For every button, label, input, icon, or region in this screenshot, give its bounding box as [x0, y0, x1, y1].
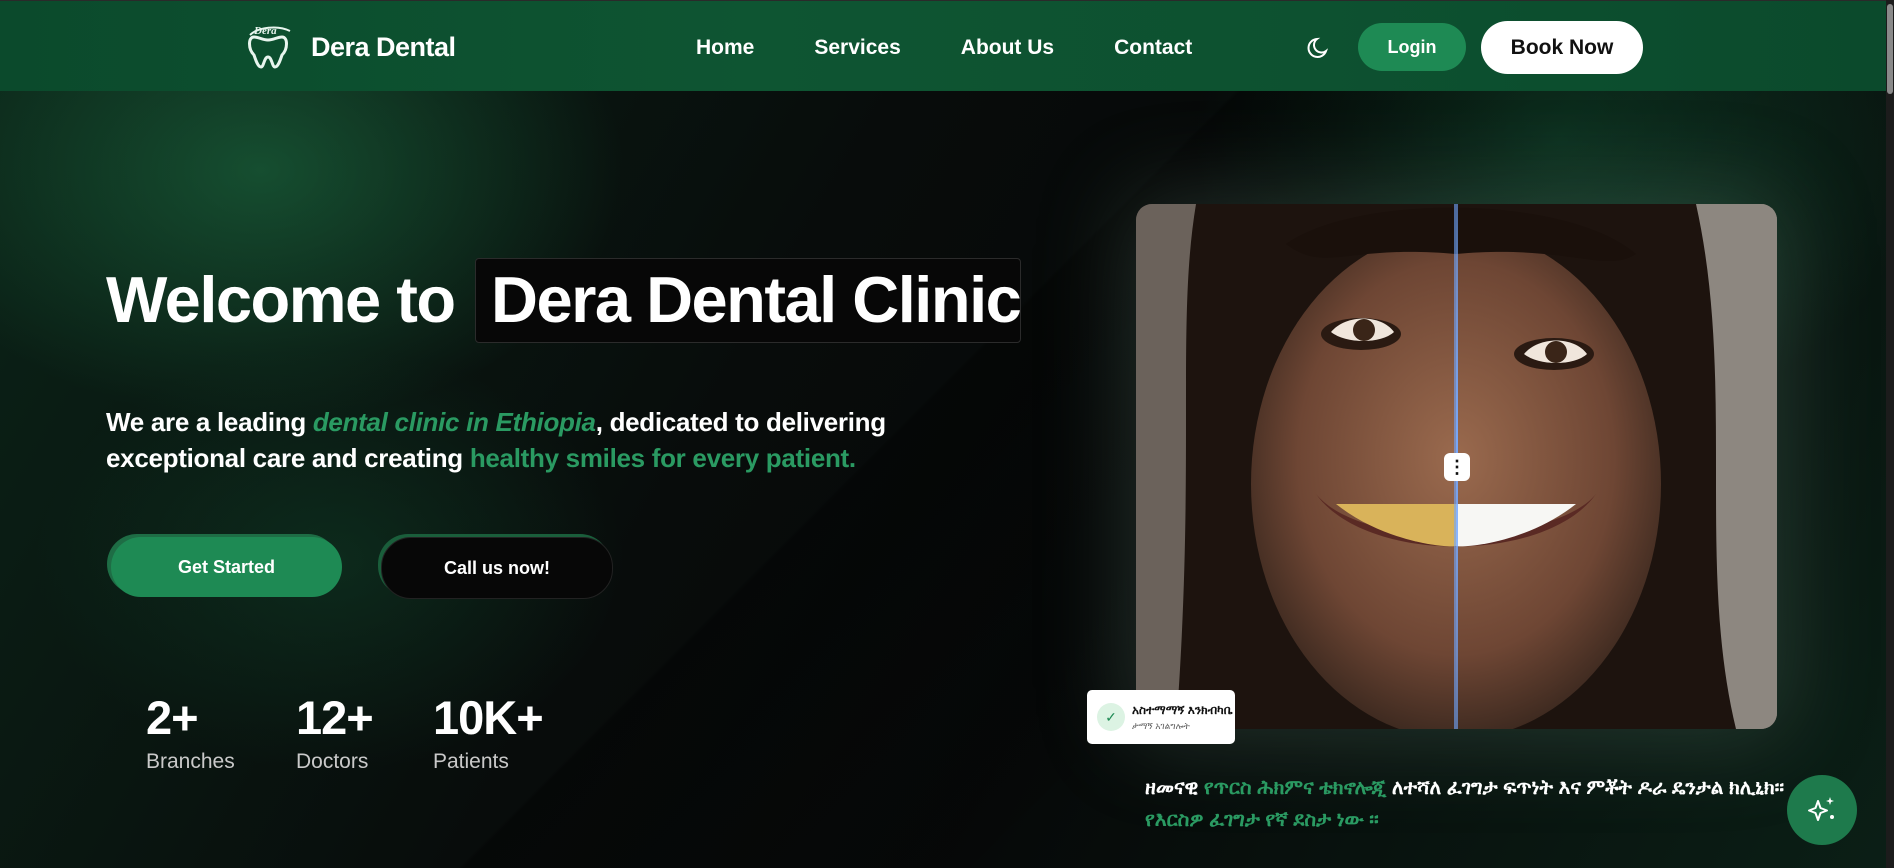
stat-label: Branches [146, 750, 235, 773]
badge-subtitle: ታማኝ አገልግሎት [1132, 721, 1190, 731]
brand-name[interactable]: Dera Dental [311, 32, 456, 63]
tagline-green: የእርስዎ ፈገግታ የኛ ደስታ ነው ፡፡ [1145, 809, 1379, 831]
stat-doctors: 12+ Doctors [296, 691, 374, 774]
stat-label: Doctors [296, 750, 369, 773]
tagline-part: ዘመናዊ [1145, 777, 1204, 799]
stat-branches: 2+ Branches [146, 692, 235, 774]
moon-icon[interactable] [1306, 33, 1334, 61]
stat-number: 10K+ [433, 691, 544, 744]
tooth-logo-icon[interactable]: Dera [244, 23, 296, 69]
hero-title-prefix: Welcome to [106, 263, 456, 336]
hero-subtitle-italic: dental clinic in Ethiopia [312, 407, 596, 437]
hero-title-highlight: Dera Dental Clinic [491, 263, 1022, 336]
tagline-green: የጥርስ ሕክምና ቴክኖሎጂ [1203, 777, 1387, 799]
ai-assistant-button[interactable] [1787, 775, 1857, 845]
top-navbar: Dera Dera Dental Home Services About Us … [0, 0, 1886, 91]
scrollbar-thumb[interactable] [1887, 4, 1893, 94]
nav-link-services[interactable]: Services [814, 36, 900, 60]
sparkles-icon [1808, 797, 1834, 821]
amharic-tagline: ዘመናዊ የጥርስ ሕክምና ቴክኖሎጂ ለተሻለ ፈገግታ ፍጥነት እና ም… [1145, 772, 1785, 836]
trust-badge: ✓ አስተማማኝ እንክብካቤ ታማኝ አገልግሎት [1087, 690, 1235, 744]
badge-title: አስተማማኝ እንክብካቤ [1132, 703, 1233, 717]
tagline-part: ለተሻለ ፈገግታ ፍጥነት እና ምቾት ዶራ ዴንታል ክሊኒክ፡፡ [1386, 777, 1785, 799]
stat-number: 12+ [296, 691, 374, 744]
login-button[interactable]: Login [1358, 23, 1466, 71]
hero-subtitle: We are a leading dental clinic in Ethiop… [106, 404, 926, 476]
book-now-button[interactable]: Book Now [1481, 21, 1643, 74]
stat-label: Patients [433, 750, 509, 773]
scrollbar[interactable] [1886, 0, 1894, 868]
nav-links: Home Services About Us Contact [696, 36, 1252, 60]
hero-subtitle-part: We are a leading [106, 407, 313, 437]
stat-number: 2+ [146, 691, 199, 744]
hero-subtitle-green: healthy smiles for every patient. [469, 443, 856, 473]
nav-link-home[interactable]: Home [696, 36, 754, 60]
logo-text: Dera [253, 25, 277, 37]
stat-patients: 10K+ Patients [433, 691, 544, 774]
nav-link-about[interactable]: About Us [961, 36, 1054, 60]
get-started-button[interactable]: Get Started [111, 537, 342, 597]
drag-handle-icon[interactable]: ⋮ [1444, 453, 1470, 481]
check-icon: ✓ [1097, 703, 1125, 731]
nav-link-contact[interactable]: Contact [1114, 36, 1192, 60]
call-us-button[interactable]: Call us now! [381, 537, 613, 599]
